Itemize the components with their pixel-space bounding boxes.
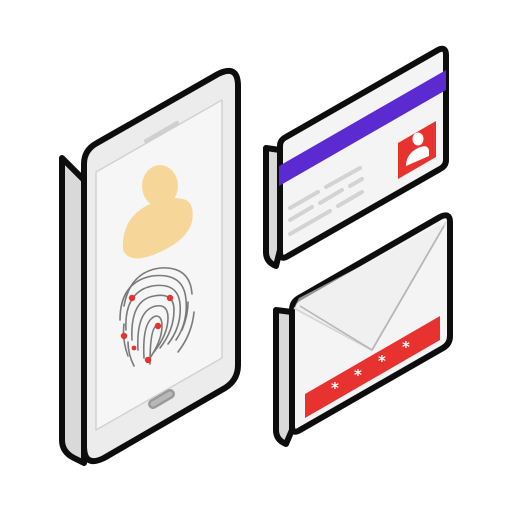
password-mask-char: * [402,338,410,356]
password-mask-char: * [354,366,362,384]
illustration-canvas: * * * * [59,45,453,466]
password-mask-char: * [378,352,386,370]
password-mask-char: * [331,379,339,397]
security-illustration: * * * * [0,0,512,512]
smartphone [59,68,241,466]
